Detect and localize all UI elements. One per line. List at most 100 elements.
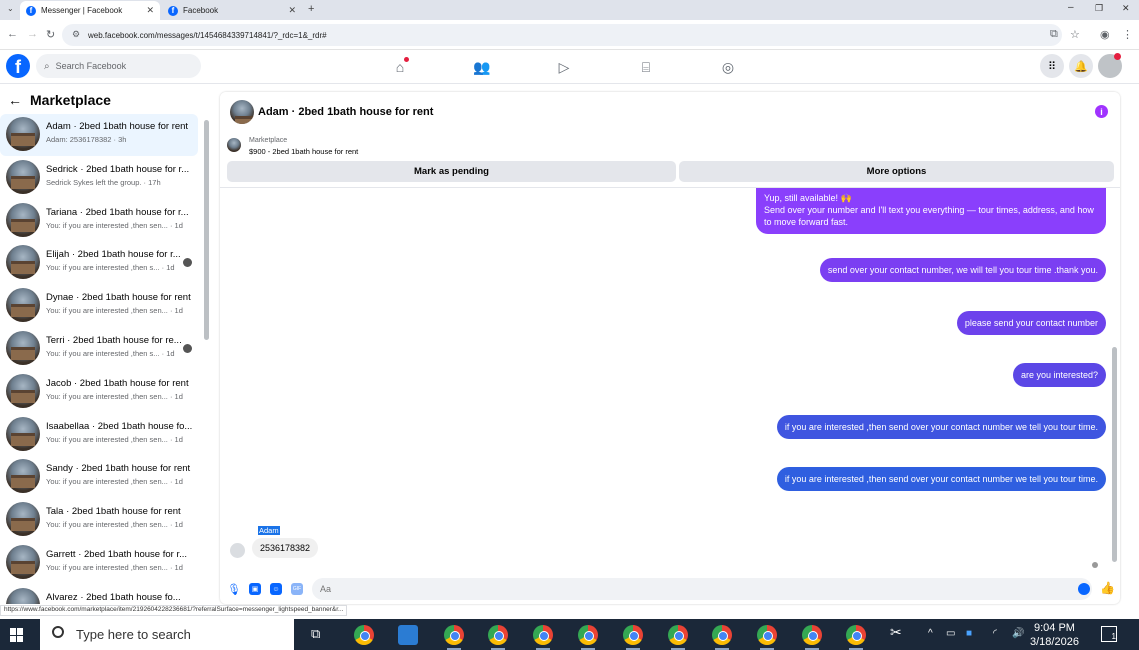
sent-message[interactable]: are you interested?	[1012, 363, 1106, 387]
emoji-icon[interactable]	[1078, 583, 1090, 595]
conversation-item[interactable]: Jacob · 2bed 1bath house for rent You: if…	[0, 371, 198, 413]
conversation-item[interactable]: Alvarez · 2bed 1bath house fo...	[0, 585, 198, 604]
conversation-item[interactable]: Adam · 2bed 1bath house for rent Adam: 25…	[0, 114, 198, 156]
conversation-name: Dynae · 2bed 1bath house for rent	[46, 292, 191, 304]
seen-avatar	[183, 258, 192, 268]
chrome-profile-icon[interactable]	[846, 625, 866, 650]
cast-icon[interactable]: ⧉	[1050, 28, 1058, 41]
conversation-avatar	[6, 587, 40, 604]
forward-icon[interactable]: →	[27, 28, 38, 40]
taskbar-clock[interactable]: 9:04 PM 3/18/2026	[1030, 621, 1079, 649]
chat-avatar[interactable]	[230, 100, 254, 124]
profile-icon[interactable]: ◉	[1100, 28, 1110, 41]
mark-as-pending-button[interactable]: Mark as pending	[227, 161, 676, 182]
restore-icon[interactable]: ❐	[1095, 3, 1103, 14]
chrome-profile-icon[interactable]	[623, 625, 643, 650]
bookmark-star-icon[interactable]: ☆	[1070, 28, 1080, 41]
watch-icon[interactable]: ▷	[553, 56, 575, 78]
conversation-item[interactable]: Terri · 2bed 1bath house for re... You: i…	[0, 328, 198, 370]
conversation-item[interactable]: Isaabellaa · 2bed 1bath house fo... You: …	[0, 414, 198, 456]
home-icon[interactable]: ⌂	[389, 56, 411, 78]
site-info-icon[interactable]: ⚙	[72, 29, 80, 40]
thumbs-up-icon[interactable]: 👍	[1100, 581, 1115, 595]
photo-icon[interactable]: ▣	[249, 583, 261, 595]
chrome-menu-icon[interactable]: ⋮	[1122, 28, 1133, 41]
defender-icon[interactable]: ■	[966, 628, 972, 639]
battery-icon[interactable]: ▭	[946, 628, 955, 639]
sent-message[interactable]: please send your contact number	[956, 311, 1106, 335]
voice-recorder-icon[interactable]	[398, 625, 418, 645]
chrome-profile-icon[interactable]	[757, 625, 777, 650]
conversation-avatar	[6, 117, 40, 151]
conversation-item[interactable]: Tala · 2bed 1bath house for rent You: if …	[0, 499, 198, 541]
conversation-preview: You: if you are interested ,then sen... …	[46, 520, 183, 530]
taskbar-search-input[interactable]: Type here to search	[40, 619, 294, 650]
sticker-icon[interactable]: ☺	[270, 583, 282, 595]
url-field[interactable]: ⚙ web.facebook.com/messages/t/1454684339…	[62, 24, 1062, 46]
friends-icon[interactable]: 👥	[471, 56, 493, 78]
marketplace-icon[interactable]: ⌸	[635, 56, 657, 78]
chrome-profile-icon[interactable]	[533, 625, 553, 650]
chrome-profile-icon[interactable]	[712, 625, 732, 650]
windows-start-icon[interactable]	[10, 628, 24, 642]
info-icon[interactable]: i	[1095, 105, 1108, 118]
sender-avatar[interactable]	[230, 543, 245, 558]
conversation-preview: Adam: 2536178382 · 3h	[46, 135, 127, 144]
chrome-profile-icon[interactable]	[578, 625, 598, 650]
gaming-icon[interactable]: ◎	[717, 56, 739, 78]
message-thread: Yup, still available! 🙌 Send over your n…	[220, 186, 1120, 568]
chrome-profile-icon[interactable]	[668, 625, 688, 650]
task-view-icon[interactable]: ⧉	[311, 626, 320, 642]
tab-messenger[interactable]: f Messenger | Facebook ✕	[20, 1, 160, 20]
facebook-logo[interactable]: f	[6, 54, 30, 78]
close-tab-icon[interactable]: ✕	[288, 5, 296, 16]
sent-message[interactable]: send over your contact number, we will t…	[819, 258, 1106, 282]
close-tab-icon[interactable]: ✕	[146, 5, 154, 16]
listing-thumbnail[interactable]	[227, 138, 241, 152]
volume-icon[interactable]: 🔊	[1012, 628, 1024, 639]
notification-center-icon[interactable]: 1	[1101, 626, 1117, 642]
chrome-app-icon[interactable]	[354, 625, 374, 645]
conversation-item[interactable]: Sandy · 2bed 1bath house for rent You: if…	[0, 456, 198, 498]
notifications-bell-icon[interactable]: 🔔	[1069, 54, 1093, 78]
tab-facebook[interactable]: f Facebook ✕	[162, 1, 302, 20]
message-input[interactable]	[312, 578, 1092, 600]
sidebar-scrollbar[interactable]	[204, 120, 209, 340]
chrome-profile-icon[interactable]	[444, 625, 464, 650]
back-arrow-icon[interactable]: ←	[8, 92, 22, 108]
conversation-item[interactable]: Garrett · 2bed 1bath house for r... You: …	[0, 542, 198, 584]
sent-message[interactable]: if you are interested ,then send over yo…	[776, 415, 1106, 439]
chrome-profile-icon[interactable]	[488, 625, 508, 650]
listing-price-title[interactable]: $900 - 2bed 1bath house for rent	[249, 147, 358, 156]
search-icon	[52, 626, 64, 638]
conversation-item[interactable]: Tariana · 2bed 1bath house for r... You: …	[0, 200, 198, 242]
facebook-favicon-icon: f	[26, 5, 36, 16]
menu-grid-icon[interactable]: ⠿	[1040, 54, 1064, 78]
wifi-icon[interactable]: ◜	[993, 628, 997, 639]
reload-icon[interactable]: ↻	[46, 28, 55, 41]
seen-avatar	[183, 344, 192, 353]
chrome-profile-icon[interactable]	[802, 625, 822, 650]
chat-scrollbar[interactable]	[1112, 347, 1117, 562]
conversation-avatar	[6, 373, 40, 408]
microphone-icon[interactable]: 🎙	[227, 583, 241, 596]
facebook-search-input[interactable]: ⌕ Search Facebook	[36, 54, 201, 78]
sent-message[interactable]: if you are interested ,then send over yo…	[776, 467, 1106, 491]
conversation-name: Tariana · 2bed 1bath house for r...	[46, 206, 189, 218]
new-tab-icon[interactable]: +	[308, 3, 314, 15]
account-avatar[interactable]	[1098, 53, 1122, 78]
more-options-button[interactable]: More options	[679, 161, 1114, 182]
show-hidden-icons-icon[interactable]: ^	[928, 628, 933, 639]
conversation-item[interactable]: Elijah · 2bed 1bath house for r... You: i…	[0, 242, 198, 284]
tab-search-icon[interactable]: ⌄	[7, 4, 14, 13]
received-message[interactable]: 2536178382	[252, 538, 319, 558]
snipping-tool-icon[interactable]: ✂	[890, 624, 902, 641]
back-icon[interactable]: ←	[7, 28, 18, 40]
minimize-icon[interactable]: –	[1068, 2, 1074, 13]
conversation-item[interactable]: Dynae · 2bed 1bath house for rent You: if…	[0, 285, 198, 327]
chat-title[interactable]: Adam · 2bed 1bath house for rent	[258, 106, 433, 118]
gif-icon[interactable]: GIF	[291, 583, 303, 595]
sent-message[interactable]: Yup, still available! 🙌 Send over your n…	[756, 186, 1106, 234]
conversation-item[interactable]: Sedrick · 2bed 1bath house for r... Sedri…	[0, 157, 198, 199]
close-window-icon[interactable]: ✕	[1122, 3, 1130, 14]
